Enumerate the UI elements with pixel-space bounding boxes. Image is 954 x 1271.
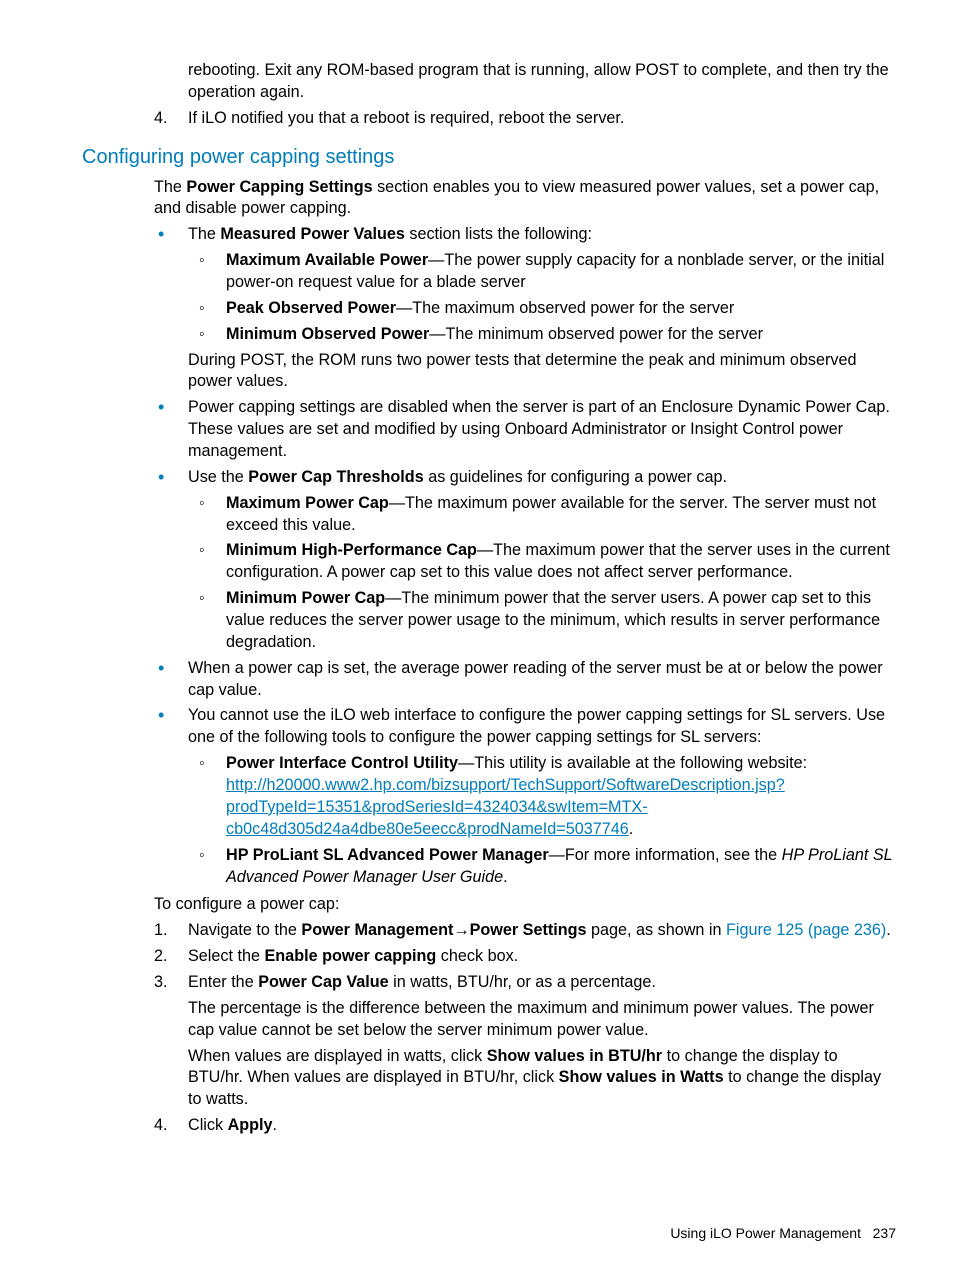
sub-max-available: Maximum Available Power—The power supply…: [188, 250, 896, 294]
sub-min-high-perf: Minimum High-Performance Cap—The maximum…: [188, 540, 896, 584]
sub-apm: HP ProLiant SL Advanced Power Manager—Fo…: [188, 845, 896, 889]
intro-steps-continued: 4. If iLO notified you that a reboot is …: [154, 108, 896, 130]
sub-peak-observed: Peak Observed Power—The maximum observed…: [188, 298, 896, 320]
step-number: 4.: [154, 1115, 168, 1137]
step-number: 2.: [154, 946, 168, 968]
step-3: 3. Enter the Power Cap Value in watts, B…: [154, 972, 896, 1111]
main-bullets: The Measured Power Values section lists …: [154, 224, 896, 888]
bullet-thresholds: Use the Power Cap Thresholds as guidelin…: [154, 467, 896, 654]
intro-step-4: 4. If iLO notified you that a reboot is …: [154, 108, 896, 130]
sub-min-cap: Minimum Power Cap—The minimum power that…: [188, 588, 896, 654]
step-number: 3.: [154, 972, 168, 994]
configure-intro: To configure a power cap:: [154, 894, 896, 916]
picu-link[interactable]: http://h20000.www2.hp.com/bizsupport/Tec…: [226, 776, 785, 838]
step-number: 1.: [154, 920, 168, 942]
bullet-measured-power: The Measured Power Values section lists …: [154, 224, 896, 393]
sub-picu: Power Interface Control Utility—This uti…: [188, 753, 896, 840]
section-heading: Configuring power capping settings: [82, 144, 896, 171]
thresholds-sublist: Maximum Power Cap—The maximum power avai…: [188, 493, 896, 654]
continuation-para: rebooting. Exit any ROM-based program th…: [188, 60, 896, 104]
configure-steps: 1. Navigate to the Power Management→Powe…: [154, 920, 896, 1137]
sub-max-cap: Maximum Power Cap—The maximum power avai…: [188, 493, 896, 537]
figure-link[interactable]: Figure 125 (page 236): [726, 921, 886, 939]
sub-min-observed: Minimum Observed Power—The minimum obser…: [188, 324, 896, 346]
page-number: 237: [873, 1225, 896, 1241]
step-4: 4. Click Apply.: [154, 1115, 896, 1137]
step-2: 2. Select the Enable power capping check…: [154, 946, 896, 968]
page-footer: Using iLO Power Management 237: [670, 1224, 896, 1243]
section-intro: The Power Capping Settings section enabl…: [154, 177, 896, 221]
bullet-tail: During POST, the ROM runs two power test…: [188, 350, 896, 394]
measured-power-sublist: Maximum Available Power—The power supply…: [188, 250, 896, 345]
sl-tools-sublist: Power Interface Control Utility—This uti…: [188, 753, 896, 888]
step-1: 1. Navigate to the Power Management→Powe…: [154, 920, 896, 942]
bullet-sl-servers: You cannot use the iLO web interface to …: [154, 705, 896, 888]
bullet-average-reading: When a power cap is set, the average pow…: [154, 658, 896, 702]
step-text: If iLO notified you that a reboot is req…: [188, 109, 624, 127]
step3-para1: The percentage is the difference between…: [188, 998, 896, 1042]
step-number: 4.: [154, 108, 168, 130]
bullet-disabled-enclosure: Power capping settings are disabled when…: [154, 397, 896, 463]
step3-para2: When values are displayed in watts, clic…: [188, 1046, 896, 1112]
